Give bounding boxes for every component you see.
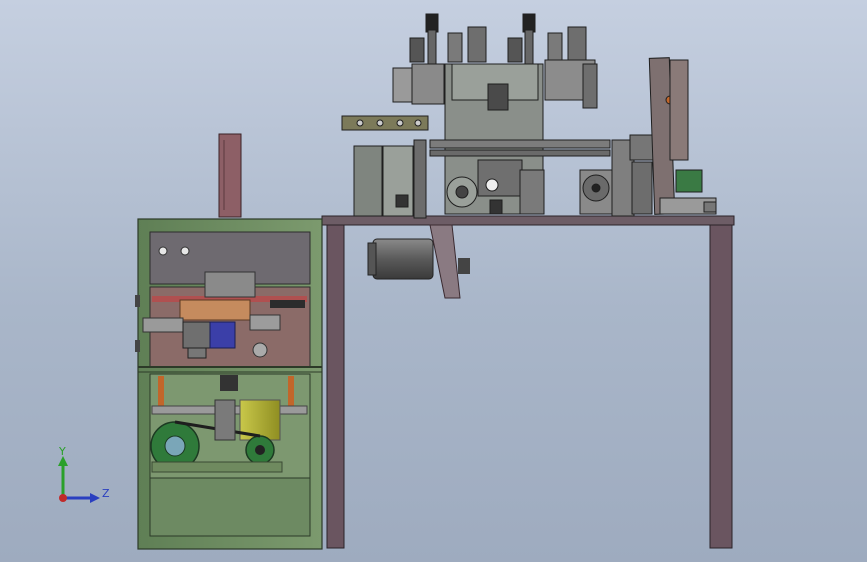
table-leg-left	[326, 224, 345, 549]
z-axis-label: Z	[102, 487, 110, 500]
upper-machine	[341, 13, 717, 219]
x-axis-origin	[59, 494, 67, 502]
axis-triad: Y Z	[58, 445, 110, 503]
table-leg-right	[709, 224, 733, 549]
cylinder	[209, 321, 236, 349]
support-roller	[288, 376, 294, 406]
indicator-light	[158, 246, 168, 256]
table-top	[321, 215, 735, 226]
y-axis-label: Y	[58, 445, 66, 458]
support-roller	[158, 376, 164, 406]
upright-panel	[218, 133, 242, 218]
model-viewport[interactable]: Y Z	[0, 0, 867, 562]
indicator-light	[180, 246, 190, 256]
main-motor	[367, 224, 470, 299]
